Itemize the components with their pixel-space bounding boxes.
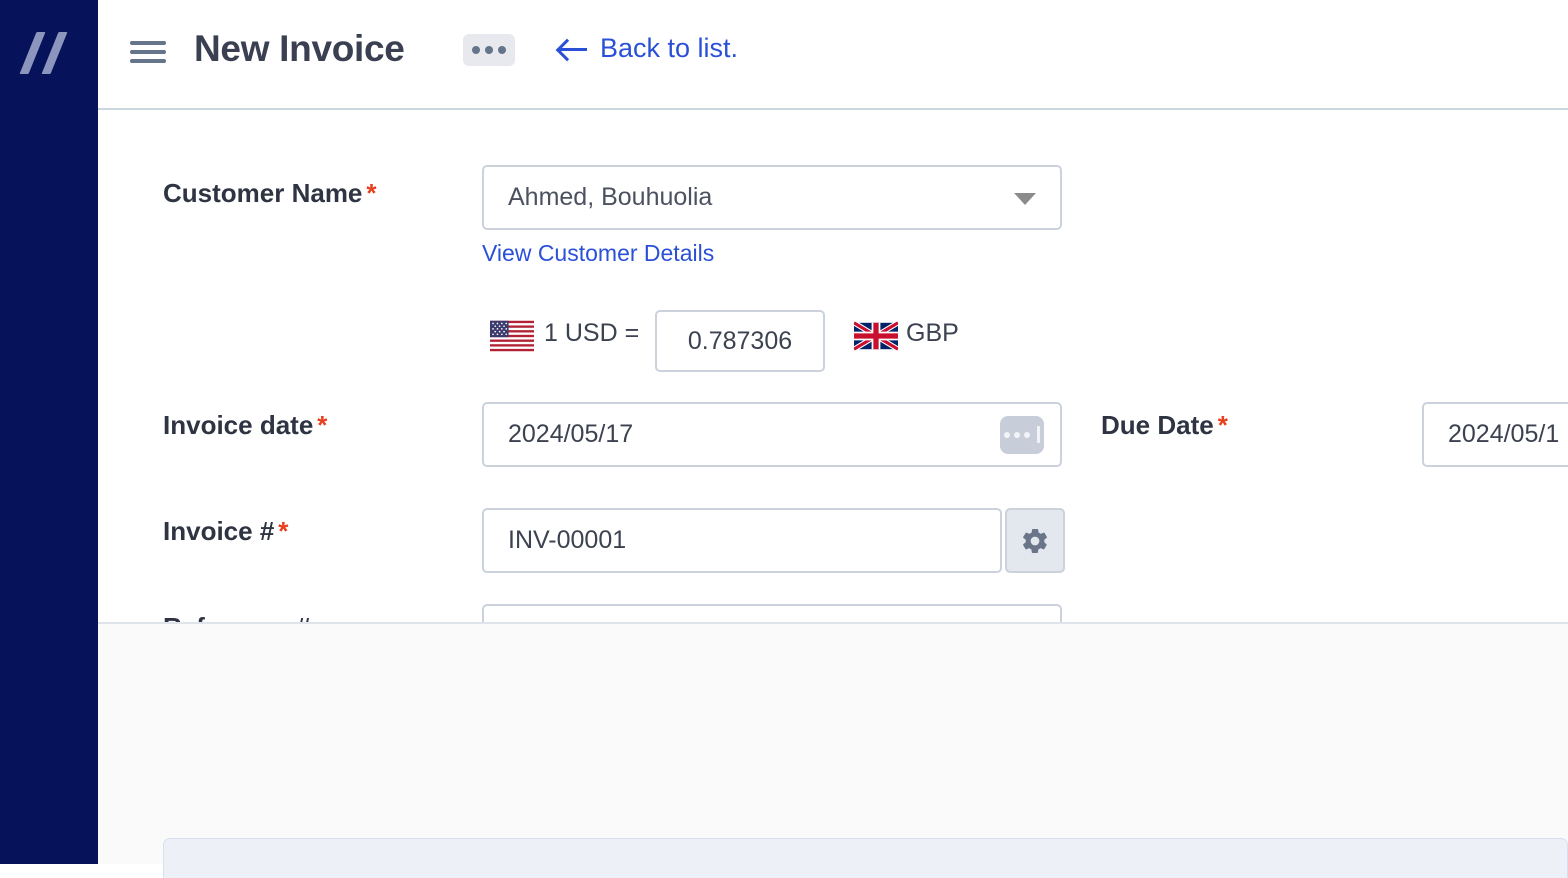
customer-name-select[interactable]: Ahmed, Bouhuolia xyxy=(482,165,1062,230)
gear-icon xyxy=(1023,528,1047,553)
due-date-value: 2024/05/1 xyxy=(1448,420,1560,448)
picker-dot xyxy=(1014,431,1020,438)
hamburger-bar xyxy=(130,41,166,45)
more-options-button[interactable] xyxy=(463,34,515,66)
required-asterisk: * xyxy=(278,516,289,546)
us-flag-icon xyxy=(490,320,534,352)
exchange-rate-value: 0.787306 xyxy=(687,326,793,355)
invoice-number-input[interactable]: INV-00001 xyxy=(482,508,1002,573)
invoice-date-label: Invoice date * xyxy=(163,410,328,440)
line-items-section xyxy=(98,622,1568,878)
ellipsis-dot xyxy=(498,46,506,54)
arrow-left-icon xyxy=(558,36,588,62)
invoice-date-input[interactable]: 2024/05/17 xyxy=(482,402,1062,467)
date-picker-icon[interactable] xyxy=(1000,415,1044,454)
main-content: New Invoice Back to list. Customer Name *… xyxy=(98,0,1568,878)
invoice-number-value: INV-00001 xyxy=(508,526,627,554)
due-date-label: Due Date * xyxy=(1101,410,1228,440)
due-date-input[interactable]: 2024/05/1 xyxy=(1422,402,1568,467)
page-header: New Invoice Back to list. xyxy=(98,0,1568,110)
invoice-number-label: Invoice # * xyxy=(163,516,289,546)
page-title: New Invoice xyxy=(194,28,405,69)
line-items-table-header xyxy=(163,838,1568,878)
required-asterisk: * xyxy=(317,410,328,440)
back-to-list-link[interactable]: Back to list. xyxy=(558,33,738,64)
currency-from-label: 1 USD = xyxy=(544,319,640,347)
view-customer-details-link[interactable]: View Customer Details xyxy=(482,240,714,267)
customer-name-label: Customer Name * xyxy=(163,178,377,208)
picker-dot xyxy=(1024,431,1030,438)
ellipsis-dot xyxy=(472,46,480,54)
currency-conversion-row: 1 USD = 0.787306 GBP xyxy=(98,308,1568,378)
logo-slash-right xyxy=(41,32,68,74)
picker-dot xyxy=(1004,431,1010,438)
picker-caret xyxy=(1037,426,1040,443)
logo-slash-left xyxy=(19,32,46,74)
invoice-date-value: 2024/05/17 xyxy=(508,420,634,448)
hamburger-bar xyxy=(130,59,166,63)
invoice-number-settings-button[interactable] xyxy=(1005,508,1065,573)
currency-to-label: GBP xyxy=(906,319,959,347)
customer-name-row: Customer Name * Ahmed, Bouhuolia View Cus… xyxy=(98,110,1568,300)
sidebar xyxy=(0,0,98,864)
invoice-form: Customer Name * Ahmed, Bouhuolia View Cus… xyxy=(98,110,1568,669)
chevron-down-icon xyxy=(1014,192,1036,205)
required-asterisk: * xyxy=(366,178,377,208)
back-to-list-label: Back to list. xyxy=(600,33,739,63)
exchange-rate-input[interactable]: 0.787306 xyxy=(655,310,825,372)
brand-logo[interactable] xyxy=(19,28,80,74)
hamburger-bar xyxy=(130,50,166,54)
hamburger-icon[interactable] xyxy=(130,38,166,66)
gb-flag-icon xyxy=(854,320,898,352)
ellipsis-dot xyxy=(485,46,493,54)
required-asterisk: * xyxy=(1217,410,1228,440)
customer-name-value: Ahmed, Bouhuolia xyxy=(508,183,713,211)
